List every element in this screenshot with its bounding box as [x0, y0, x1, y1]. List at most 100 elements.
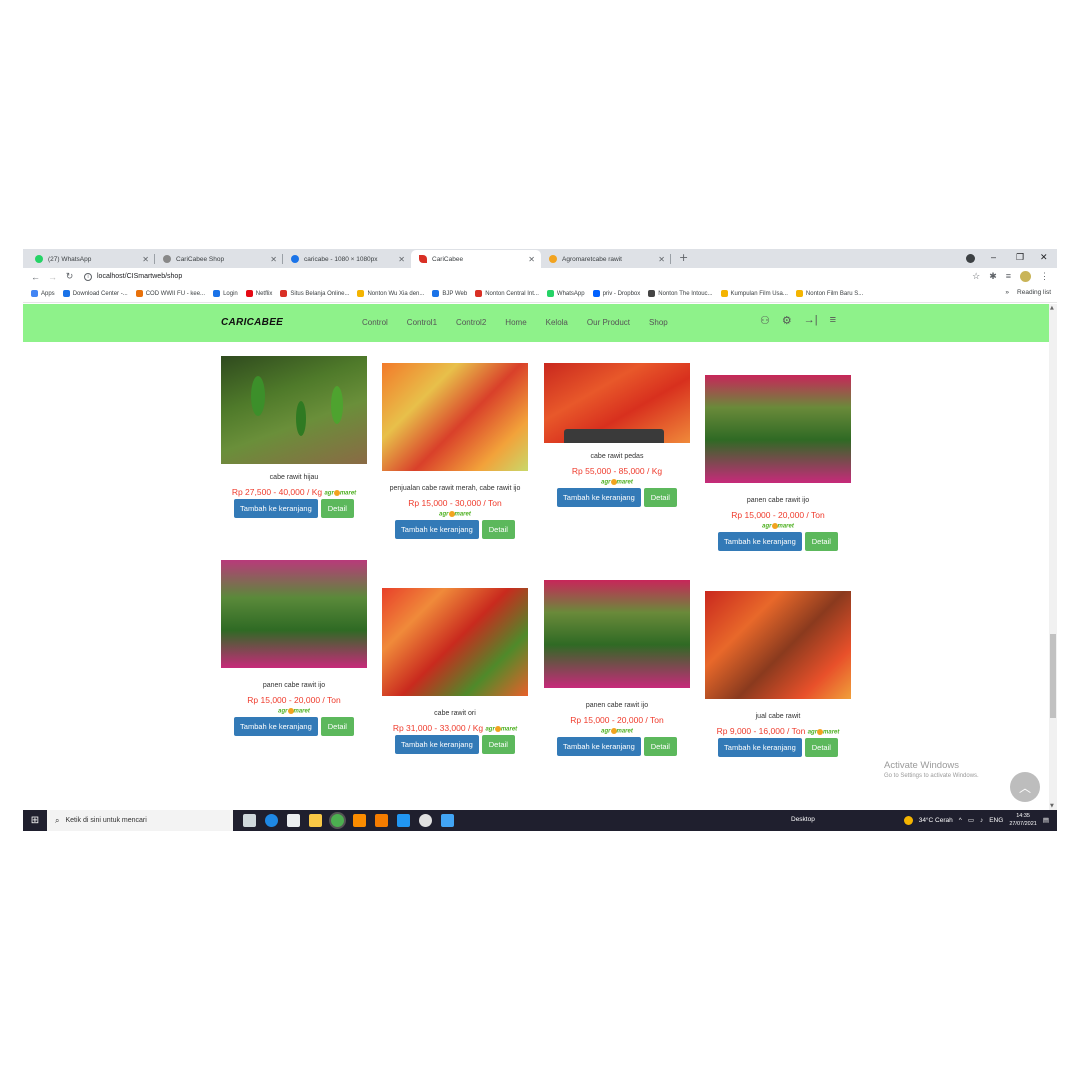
back-icon[interactable]: ← [31, 272, 40, 282]
product-image[interactable] [221, 560, 367, 668]
product-name[interactable]: panen cabe rawit ijo [705, 497, 851, 505]
close-icon[interactable]: ✕ [270, 255, 277, 264]
detail-button[interactable]: Detail [804, 532, 838, 551]
taskbar-search[interactable]: ⌕ Ketik di sini untuk mencari [47, 810, 233, 831]
clock[interactable]: 14:35 27/07/2021 [1009, 812, 1037, 828]
add-to-cart-button[interactable]: Tambah ke keranjang [234, 717, 318, 736]
bookmark-item[interactable]: Kumpulan Film Usa... [720, 290, 788, 297]
file-explorer-icon[interactable] [309, 814, 322, 827]
product-name[interactable]: jual cabe rawit [705, 713, 851, 721]
product-image[interactable] [705, 591, 851, 699]
detail-button[interactable]: Detail [643, 488, 677, 507]
product-image[interactable] [382, 588, 528, 696]
add-to-cart-button[interactable]: Tambah ke keranjang [718, 738, 802, 757]
detail-button[interactable]: Detail [481, 735, 515, 754]
menu-our-product[interactable]: Our Product [587, 318, 630, 327]
product-name[interactable]: penjualan cabe rawit merah, cabe rawit i… [382, 485, 528, 493]
reload-icon[interactable]: ↻ [65, 271, 74, 282]
bookmark-item[interactable]: Nonton The Intouc... [648, 290, 713, 297]
star-icon[interactable]: ☆ [972, 271, 980, 282]
close-window-button[interactable]: ✕ [1040, 252, 1048, 263]
scrollbar-thumb[interactable] [1050, 634, 1056, 718]
add-to-cart-button[interactable]: Tambah ke keranjang [395, 735, 479, 754]
product-name[interactable]: panen cabe rawit ijo [221, 682, 367, 690]
xampp-icon[interactable] [353, 814, 366, 827]
hamburger-menu-icon[interactable]: ≡ [830, 314, 836, 327]
bookmark-item[interactable]: WhatsApp [546, 290, 585, 297]
language-indicator[interactable]: ENG [989, 817, 1003, 824]
profile-avatar[interactable] [1020, 271, 1031, 282]
detail-button[interactable]: Detail [320, 499, 354, 518]
product-name[interactable]: panen cabe rawit ijo [544, 702, 690, 710]
product-image[interactable] [705, 375, 851, 483]
bookmark-apps[interactable]: Apps [31, 290, 55, 297]
menu-home[interactable]: Home [505, 318, 526, 327]
media-icon[interactable]: ≡ [1006, 271, 1011, 282]
profile-menu-icon[interactable] [966, 254, 975, 263]
scroll-to-top-button[interactable]: ︿ [1010, 772, 1040, 802]
bookmark-item[interactable]: Download Center -... [62, 290, 128, 297]
desktop-toolbar-label[interactable]: Desktop [791, 816, 815, 823]
user-icon[interactable]: ⚇ [760, 314, 770, 327]
new-tab-button[interactable]: + [679, 251, 688, 264]
address-bar[interactable]: i localhost/CISmartweb/shop [84, 272, 182, 281]
product-image[interactable] [544, 580, 690, 688]
close-icon[interactable]: ✕ [658, 255, 665, 264]
detail-button[interactable]: Detail [643, 737, 677, 756]
close-icon[interactable]: ✕ [398, 255, 405, 264]
detail-button[interactable]: Detail [804, 738, 838, 757]
sublime-icon[interactable] [375, 814, 388, 827]
detail-button[interactable]: Detail [481, 520, 515, 539]
app-icon[interactable] [419, 814, 432, 827]
bookmark-item[interactable]: Netflix [245, 290, 272, 297]
store-icon[interactable] [287, 814, 300, 827]
product-name[interactable]: cabe rawit hijau [221, 474, 367, 482]
info-icon[interactable]: i [84, 272, 92, 281]
bookmark-item[interactable]: priv - Dropbox [592, 290, 640, 297]
task-view-icon[interactable] [243, 814, 256, 827]
volume-icon[interactable]: ♪ [980, 817, 983, 824]
mail-icon[interactable] [441, 814, 454, 827]
tab-caricabee-shop[interactable]: CariCabee Shop ✕ [155, 250, 283, 268]
bookmark-item[interactable]: Nonton Central Int... [475, 290, 539, 297]
gear-icon[interactable]: ⚙ [782, 314, 792, 327]
scroll-down-arrow-icon[interactable]: ▼ [1050, 803, 1054, 809]
menu-control1[interactable]: Control1 [407, 318, 437, 327]
vscode-icon[interactable] [397, 814, 410, 827]
url-text[interactable]: localhost/CISmartweb/shop [97, 273, 182, 280]
notification-icon[interactable]: ▤ [1043, 816, 1049, 824]
product-image[interactable] [544, 363, 690, 443]
product-image[interactable] [221, 356, 367, 464]
bookmark-item[interactable]: Nonton Film Baru S... [795, 290, 863, 297]
network-icon[interactable]: ▭ [968, 816, 974, 824]
menu-dots-icon[interactable]: ⋮ [1040, 271, 1049, 282]
product-name[interactable]: cabe rawit pedas [544, 453, 690, 461]
more-bookmarks-button[interactable]: » [1005, 289, 1009, 296]
detail-button[interactable]: Detail [320, 717, 354, 736]
reading-list-button[interactable]: Reading list [1017, 289, 1051, 296]
product-name[interactable]: cabe rawit ori [382, 710, 528, 718]
tray-chevron-icon[interactable]: ^ [959, 817, 962, 824]
chrome-icon[interactable] [331, 814, 344, 827]
weather-text[interactable]: 34°C Cerah [919, 817, 953, 824]
tab-caricabe-image[interactable]: caricabe - 1080 × 1080px ✕ [283, 250, 411, 268]
logout-icon[interactable]: →| [804, 314, 818, 327]
product-image[interactable] [382, 363, 528, 471]
restore-button[interactable]: ❐ [1016, 252, 1024, 263]
tab-agromaret[interactable]: Agromaretcabe rawit ✕ [541, 250, 671, 268]
site-brand[interactable]: CARICABEE [221, 317, 283, 328]
add-to-cart-button[interactable]: Tambah ke keranjang [557, 488, 641, 507]
close-icon[interactable]: ✕ [528, 255, 535, 264]
extensions-icon[interactable]: ✱ [989, 271, 997, 282]
page-scrollbar[interactable]: ▲ ▼ [1049, 304, 1057, 810]
windows-start-icon[interactable]: ⊞ [23, 810, 47, 831]
bookmark-item[interactable]: Nonton Wu Xia den... [357, 290, 424, 297]
scroll-up-arrow-icon[interactable]: ▲ [1050, 305, 1054, 311]
edge-icon[interactable] [265, 814, 278, 827]
bookmark-item[interactable]: Situs Belanja Online... [280, 290, 349, 297]
add-to-cart-button[interactable]: Tambah ke keranjang [557, 737, 641, 756]
bookmark-item[interactable]: BJP Web [432, 290, 467, 297]
bookmark-item[interactable]: Login [213, 290, 238, 297]
menu-shop[interactable]: Shop [649, 318, 668, 327]
add-to-cart-button[interactable]: Tambah ke keranjang [234, 499, 318, 518]
